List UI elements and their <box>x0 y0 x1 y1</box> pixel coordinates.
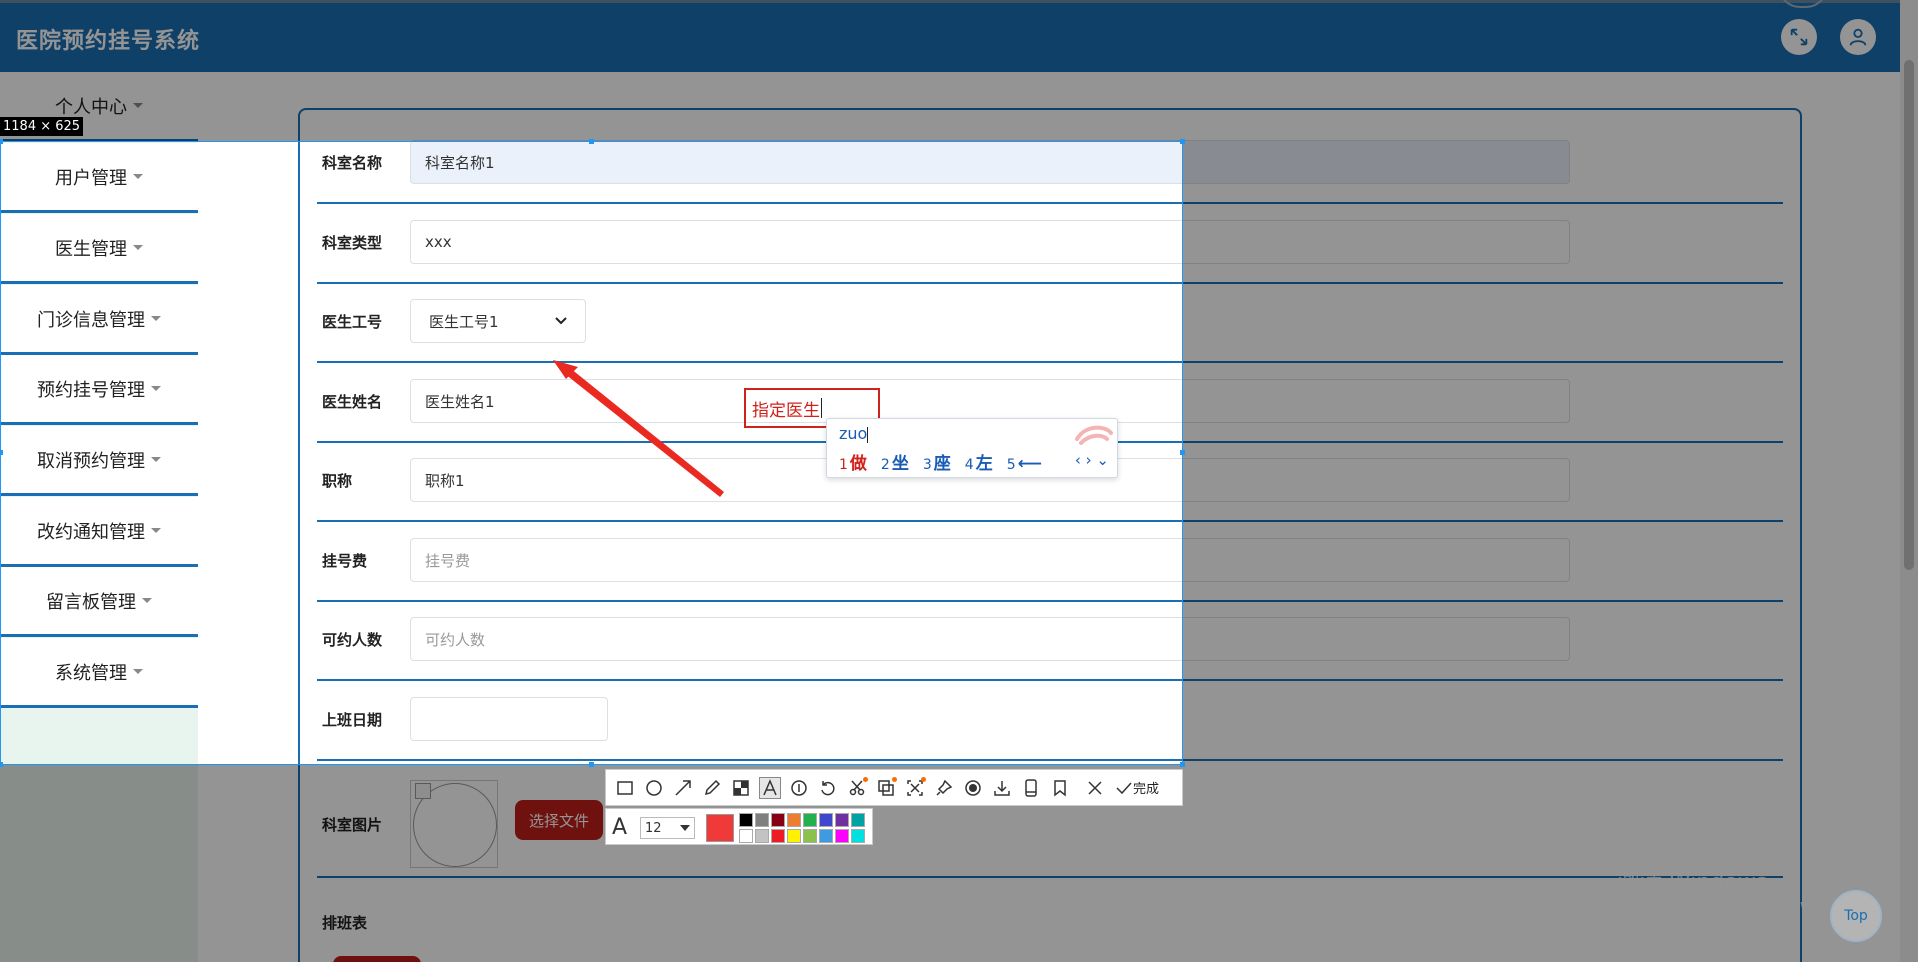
ime-page-nav[interactable]: ‹ › ⌄ <box>1075 451 1109 469</box>
color-swatch[interactable] <box>803 829 817 843</box>
bookmark-icon <box>1054 779 1066 797</box>
color-swatch[interactable] <box>851 813 865 827</box>
text-tool[interactable] <box>759 776 781 799</box>
done-label: 完成 <box>1133 782 1160 797</box>
resize-handle[interactable] <box>1180 139 1185 144</box>
font-icon: A <box>612 815 628 840</box>
record-tool[interactable] <box>962 777 984 799</box>
phone-tool[interactable] <box>1020 777 1042 799</box>
resize-handle[interactable] <box>1180 450 1185 455</box>
color-swatch[interactable] <box>819 829 833 843</box>
undo-tool[interactable] <box>817 777 839 799</box>
text-icon <box>763 778 777 795</box>
record-icon <box>965 779 981 796</box>
mosaic-tool[interactable] <box>730 777 752 799</box>
font-size-value: 12 <box>645 820 662 836</box>
color-swatch[interactable] <box>771 813 785 827</box>
resize-handle[interactable] <box>589 762 594 767</box>
capture-toolbar: 完成 <box>605 769 1183 806</box>
close-icon <box>1088 780 1102 795</box>
cut-tool[interactable] <box>846 776 868 799</box>
capture-dim-top <box>0 0 1918 141</box>
text-options-toolbar: A 12 <box>605 808 873 845</box>
rectangle-tool[interactable] <box>614 777 636 799</box>
pen-tool[interactable] <box>701 777 723 799</box>
save-tool[interactable] <box>991 777 1013 799</box>
pin-icon <box>936 779 953 796</box>
capture-dim-right <box>1183 141 1918 765</box>
color-swatch[interactable] <box>835 813 849 827</box>
resize-handle[interactable] <box>1180 762 1185 767</box>
pin-tool[interactable] <box>933 777 955 799</box>
color-swatch[interactable] <box>787 813 801 827</box>
undo-icon <box>821 780 835 795</box>
color-swatch[interactable] <box>755 813 769 827</box>
check-icon <box>1116 781 1132 794</box>
ellipse-tool[interactable] <box>643 777 665 799</box>
capture-size-tooltip: 1184 × 625 <box>0 117 84 136</box>
arrow-icon <box>675 779 691 796</box>
ime-pinyin: zuo <box>839 424 869 443</box>
mobile-icon <box>1025 778 1037 797</box>
pencil-icon <box>704 779 721 795</box>
windows-watermark-subtitle: 转到"设置"以激活 Windows。 <box>1618 896 1838 915</box>
ocr-tool[interactable] <box>875 776 897 799</box>
color-swatch[interactable] <box>835 829 849 843</box>
ime-candidate[interactable]: 5 ⟵ <box>1007 454 1042 474</box>
resize-handle[interactable] <box>0 139 3 144</box>
color-swatch[interactable] <box>787 829 801 843</box>
favorite-tool[interactable] <box>1049 777 1071 799</box>
ime-candidate[interactable]: 4左 <box>965 454 993 474</box>
resize-handle[interactable] <box>589 139 594 144</box>
cancel-tool[interactable] <box>1084 777 1106 799</box>
ime-candidate[interactable]: 3座 <box>923 454 951 474</box>
color-swatch[interactable] <box>819 813 833 827</box>
ime-candidates: 1 做 2 坐 3 座 4 左 5 ⟵ <box>839 449 1056 474</box>
numbered-marker-icon <box>791 779 807 796</box>
scroll-capture-tool[interactable] <box>904 776 926 799</box>
color-swatch[interactable] <box>851 829 865 843</box>
arrow-tool[interactable] <box>672 777 694 799</box>
number-tool[interactable] <box>788 777 810 799</box>
font-size-select[interactable]: 12 <box>640 817 695 839</box>
ime-logo-icon <box>1075 425 1113 445</box>
resize-handle[interactable] <box>0 450 3 455</box>
text-cursor <box>821 398 822 418</box>
download-icon <box>994 780 1010 796</box>
color-swatch[interactable] <box>755 829 769 843</box>
annotation-text: 指定医生 <box>752 400 820 421</box>
color-swatch[interactable] <box>803 813 817 827</box>
ime-candidate[interactable]: 2坐 <box>881 454 909 474</box>
ime-candidate[interactable]: 1做 <box>839 454 867 474</box>
ellipse-icon <box>646 779 662 796</box>
mosaic-icon <box>733 779 749 796</box>
current-color-swatch[interactable] <box>706 814 734 842</box>
caret-down-icon <box>680 825 690 831</box>
ime-candidate-window: zuo 1 做 2 坐 3 座 4 左 5 ⟵ ‹ › ⌄ <box>826 418 1118 478</box>
color-swatch[interactable] <box>739 813 753 827</box>
resize-handle[interactable] <box>0 762 3 767</box>
back-to-top-button[interactable]: Top <box>1830 890 1882 942</box>
color-palette <box>739 813 865 843</box>
color-swatch[interactable] <box>739 829 753 843</box>
rectangle-icon <box>617 780 633 795</box>
done-button[interactable]: 完成 <box>1115 778 1159 797</box>
color-swatch[interactable] <box>771 829 785 843</box>
